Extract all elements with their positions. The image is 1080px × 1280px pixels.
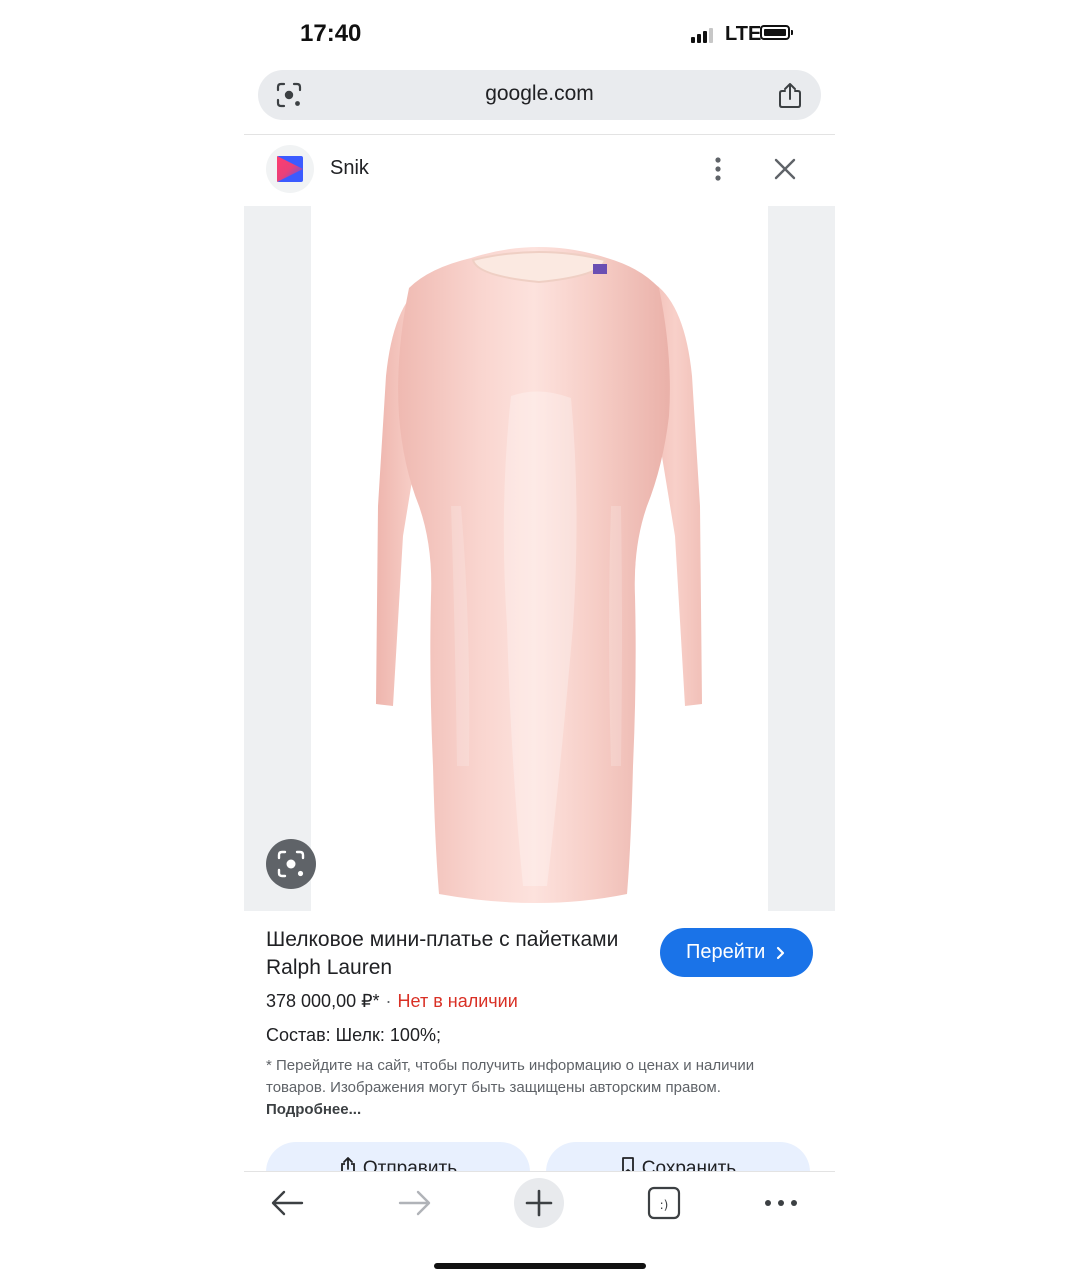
go-to-site-button[interactable]: Перейти: [660, 928, 813, 977]
product-image-area: [244, 206, 835, 911]
network-label: LTE: [725, 23, 762, 45]
share-icon[interactable]: [777, 81, 803, 109]
back-arrow-icon[interactable]: [268, 1180, 308, 1226]
site-name[interactable]: Snik: [330, 157, 369, 180]
go-button-label: Перейти: [686, 941, 766, 963]
address-bar[interactable]: google.com: [258, 70, 821, 120]
forward-arrow-icon[interactable]: [394, 1180, 434, 1226]
site-header: Snik: [244, 135, 835, 205]
tabs-icon[interactable]: :): [646, 1180, 682, 1226]
composition: Состав: Шелк: 100%;: [266, 1025, 441, 1045]
more-vert-icon[interactable]: [706, 155, 730, 183]
price: 378 000,00 ₽*: [266, 991, 380, 1011]
lens-search-icon[interactable]: [266, 839, 316, 889]
separator-dot: ·: [385, 991, 392, 1011]
svg-text::): :): [660, 1198, 669, 1212]
bottom-toolbar: :): [244, 1171, 835, 1280]
status-time: 17:40: [300, 20, 362, 47]
phone-screen: 17:40 LTE google.com Snik Шелковое мини-…: [244, 0, 835, 1280]
snik-logo-icon[interactable]: [266, 145, 314, 193]
close-icon[interactable]: [772, 156, 798, 182]
product-image[interactable]: [311, 206, 768, 911]
price-row: 378 000,00 ₽* · Нет в наличии: [266, 991, 518, 1012]
product-title: Шелковое мини-платье с пайетками Ralph L…: [266, 928, 619, 979]
battery-icon: [760, 25, 793, 40]
more-info-link[interactable]: Подробнее...: [266, 1101, 361, 1118]
availability-status: Нет в наличии: [397, 991, 518, 1011]
new-tab-button[interactable]: [514, 1178, 564, 1228]
disclaimer-text: * Перейдите на сайт, чтобы получить инфо…: [266, 1057, 755, 1096]
home-indicator: [434, 1263, 646, 1269]
chevron-right-icon: [776, 946, 785, 960]
signal-icon: [691, 27, 715, 43]
disclaimer: * Перейдите на сайт, чтобы получить инфо…: [266, 1055, 816, 1121]
more-horiz-icon[interactable]: [762, 1180, 800, 1226]
url-text[interactable]: google.com: [258, 82, 821, 106]
plus-icon: [525, 1189, 553, 1217]
